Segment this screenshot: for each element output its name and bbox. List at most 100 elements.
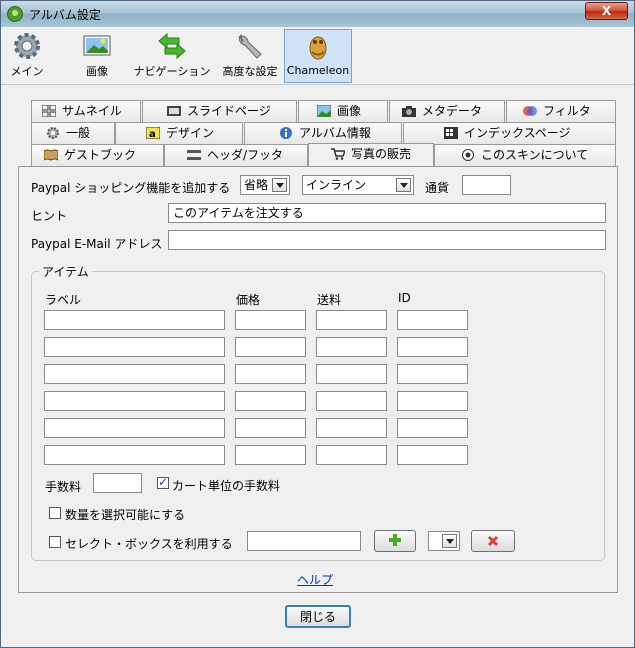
- toolbar-image-button[interactable]: 画像: [77, 29, 117, 83]
- tab-label: ゲストブック: [64, 148, 137, 162]
- tab-design[interactable]: a デザイン: [115, 122, 243, 144]
- tab-header-footer[interactable]: ヘッダ/フッタ: [164, 144, 308, 166]
- header-footer-icon: [187, 147, 201, 160]
- tab-photo-sales[interactable]: 写真の販売: [308, 143, 434, 166]
- cart-icon: [331, 146, 347, 160]
- email-label: Paypal E-Mail アドレス: [31, 237, 163, 251]
- delete-icon: [487, 534, 499, 548]
- close-button[interactable]: 閉じる: [285, 605, 351, 628]
- toolbar-main-button[interactable]: メイン: [5, 29, 49, 83]
- item-price-input[interactable]: [235, 364, 306, 384]
- album-settings-window: アルバム設定 X メイン 画像 ナビゲーション 高度な設定 Chameleon …: [0, 0, 635, 648]
- tab-label: アルバム情報: [299, 126, 371, 140]
- toolbar-chameleon-label: Chameleon: [286, 64, 350, 77]
- svg-text:a: a: [149, 129, 156, 139]
- tab-album-info[interactable]: アルバム情報: [244, 122, 402, 144]
- item-label-input[interactable]: [44, 337, 225, 357]
- item-shipping-input[interactable]: [316, 337, 387, 357]
- cart-fee-checkbox[interactable]: [157, 475, 169, 489]
- item-id-input[interactable]: [397, 310, 468, 330]
- window-title: アルバム設定: [29, 8, 101, 22]
- fee-input[interactable]: [93, 473, 142, 493]
- item-price-input[interactable]: [235, 445, 306, 465]
- item-id-input[interactable]: [397, 418, 468, 438]
- item-price-input[interactable]: [235, 418, 306, 438]
- toolbar-main-label: メイン: [10, 65, 44, 78]
- currency-input[interactable]: [462, 175, 511, 195]
- quantity-label: 数量を選択可能にする: [65, 508, 186, 522]
- tab-metadata[interactable]: メタデータ: [389, 100, 505, 122]
- tab-label: 写真の販売: [351, 147, 412, 161]
- paypal-label: Paypal ショッピング機能を追加する: [31, 181, 231, 195]
- tab-thumbnail[interactable]: サムネイル: [31, 100, 141, 122]
- tab-index-page[interactable]: インデックスページ: [403, 122, 616, 144]
- tab-filter[interactable]: フィルタ: [506, 100, 616, 122]
- tab-guestbook[interactable]: ゲストブック: [31, 144, 164, 166]
- column-id-header: ID: [398, 291, 411, 305]
- paypal-mode-value: インライン: [306, 178, 367, 192]
- hint-input[interactable]: このアイテムを注文する: [168, 203, 606, 223]
- toolbar-navigation-button[interactable]: ナビゲーション: [129, 29, 215, 83]
- item-label-input[interactable]: [44, 364, 225, 384]
- select-box-dropdown[interactable]: [428, 531, 460, 551]
- paypal-option-select[interactable]: 省略: [240, 175, 290, 195]
- email-input[interactable]: [168, 230, 606, 250]
- tab-label: メタデータ: [422, 104, 483, 118]
- item-shipping-input[interactable]: [316, 445, 387, 465]
- select-box-checkbox[interactable]: [49, 536, 61, 548]
- item-label-input[interactable]: [44, 391, 225, 411]
- tab-label: デザイン: [166, 126, 215, 140]
- filter-icon: [523, 103, 537, 116]
- column-label-header: ラベル: [45, 293, 82, 307]
- quantity-checkbox[interactable]: [49, 507, 61, 519]
- item-shipping-input[interactable]: [316, 310, 387, 330]
- tab-label: このスキンについて: [481, 148, 589, 162]
- window-close-button[interactable]: X: [585, 2, 628, 20]
- info-icon: [279, 125, 293, 139]
- hint-label: ヒント: [31, 209, 68, 223]
- item-id-input[interactable]: [397, 391, 468, 411]
- image-icon: [316, 103, 332, 118]
- tab-general[interactable]: 一般: [31, 122, 115, 144]
- item-shipping-input[interactable]: [316, 391, 387, 411]
- chevron-down-icon: [272, 178, 287, 192]
- item-label-input[interactable]: [44, 445, 225, 465]
- item-label-input[interactable]: [44, 310, 225, 330]
- help-link[interactable]: ヘルプ: [297, 571, 333, 588]
- title-bar[interactable]: アルバム設定 X: [1, 1, 634, 27]
- fee-label: 手数料: [45, 480, 82, 494]
- item-label-input[interactable]: [44, 418, 225, 438]
- remove-button[interactable]: [471, 530, 515, 552]
- camera-icon: [402, 103, 416, 117]
- item-id-input[interactable]: [397, 364, 468, 384]
- toolbar-advanced-button[interactable]: 高度な設定: [218, 29, 282, 83]
- cart-fee-label: カート単位の手数料: [172, 479, 281, 493]
- tab-label: 一般: [66, 126, 91, 140]
- item-price-input[interactable]: [235, 391, 306, 411]
- column-shipping-header: 送料: [317, 293, 342, 307]
- add-button[interactable]: [374, 530, 416, 552]
- select-box-input[interactable]: [247, 531, 361, 551]
- tab-label: インデックスページ: [464, 126, 571, 140]
- book-icon: [43, 147, 59, 161]
- chevron-down-icon: [442, 534, 457, 548]
- toolbar-chameleon-button[interactable]: Chameleon: [284, 29, 352, 83]
- toolbar: メイン 画像 ナビゲーション 高度な設定 Chameleon: [1, 27, 634, 85]
- tab-image[interactable]: 画像: [298, 100, 388, 122]
- item-price-input[interactable]: [235, 310, 306, 330]
- tab-label: サムネイル: [62, 104, 122, 118]
- tab-about-skin[interactable]: このスキンについて: [434, 144, 616, 166]
- index-icon: [444, 125, 458, 139]
- select-box-label: セレクト・ボックスを利用する: [65, 537, 233, 551]
- item-shipping-input[interactable]: [316, 418, 387, 438]
- design-icon: a: [145, 125, 161, 140]
- gear-icon: [46, 125, 60, 139]
- item-price-input[interactable]: [235, 337, 306, 357]
- tab-slide-page[interactable]: スライドページ: [142, 100, 297, 122]
- item-id-input[interactable]: [397, 337, 468, 357]
- paypal-mode-select[interactable]: インライン: [302, 175, 414, 195]
- item-shipping-input[interactable]: [316, 364, 387, 384]
- gear-icon: [12, 31, 42, 61]
- arrows-icon: [157, 31, 187, 61]
- item-id-input[interactable]: [397, 445, 468, 465]
